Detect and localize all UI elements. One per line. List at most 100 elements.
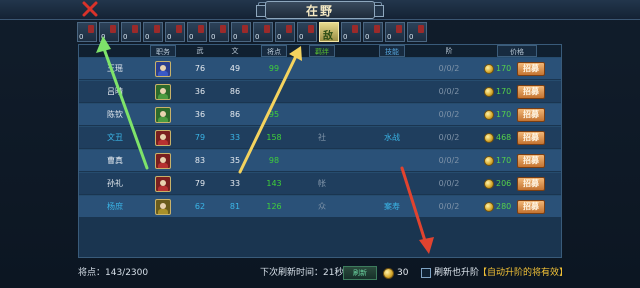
filter-bar: 0 0 0 0 0 0 0 0 0 0 0 敌 0 0 0 0 [77, 22, 562, 42]
footer-bar: 将点：143/2300 下次刷新时间：21秒 刷新 30 刷新也升阶 【自动升阶… [0, 262, 640, 284]
stage-value: 0/0/2 [438, 87, 460, 96]
general-portrait-icon[interactable] [155, 107, 171, 123]
table-row: 曹真 83 35 98 0/0/2 170 招募 [79, 149, 561, 171]
header-slot: 羁绊 [309, 45, 335, 57]
general-portrait-icon[interactable] [155, 153, 171, 169]
flag-icon [88, 25, 94, 33]
general-name: 杨庶 [107, 202, 123, 211]
skill-value [375, 104, 409, 126]
filter-button[interactable]: 0 [165, 22, 185, 42]
filter-button[interactable]: 0 [231, 22, 251, 42]
price-value: 206 [496, 179, 512, 188]
flag-icon [418, 25, 424, 33]
filter-count: 0 [79, 33, 84, 41]
refresh-timer: 下次刷新时间：21秒 [260, 268, 344, 278]
filter-count: 0 [189, 33, 194, 41]
general-portrait-icon[interactable] [155, 61, 171, 77]
table-row: 王瑶 76 49 99 0/0/2 170 招募 [79, 57, 561, 79]
flag-icon [242, 25, 248, 33]
filter-button[interactable]: 0 [363, 22, 383, 42]
flag-icon [110, 25, 116, 33]
filter-button[interactable]: 0 [341, 22, 361, 42]
flag-icon [220, 25, 226, 33]
auto-upgrade-label[interactable]: 刷新也升阶 [434, 262, 479, 284]
price-value: 170 [496, 110, 512, 119]
intel-value: 49 [229, 64, 241, 73]
game-window: 在野 0 0 0 0 0 0 0 0 0 0 0 敌 0 0 0 0 职务 武 文 将点 羁绊 技能 阶 价格… [0, 0, 640, 288]
general-portrait-icon[interactable] [155, 176, 171, 192]
filter-count: 0 [387, 33, 392, 41]
intel-value: 33 [229, 133, 241, 142]
general-name: 文丑 [107, 133, 123, 142]
slot-value: 帐 [318, 179, 326, 188]
filter-button[interactable]: 0 [143, 22, 163, 42]
header-job: 职务 [150, 45, 176, 57]
recruit-button[interactable]: 招募 [517, 108, 545, 122]
filter-count: 0 [299, 33, 304, 41]
filter-button[interactable]: 0 [77, 22, 97, 42]
table-header: 职务 武 文 将点 羁绊 技能 阶 价格 [79, 45, 561, 57]
close-icon[interactable] [82, 1, 98, 17]
general-portrait-icon[interactable] [155, 130, 171, 146]
filter-button[interactable]: 0 [297, 22, 317, 42]
stage-value: 0/0/2 [438, 133, 460, 142]
coin-icon [484, 179, 494, 189]
general-table: 职务 武 文 将点 羁绊 技能 阶 价格 王瑶 76 49 99 0/0/2 170 招募吕… [78, 44, 562, 258]
coin-icon [484, 156, 494, 166]
recruit-button[interactable]: 招募 [517, 131, 545, 145]
auto-upgrade-checkbox[interactable] [421, 268, 431, 278]
slot-value [307, 104, 337, 126]
recruit-button[interactable]: 招募 [517, 177, 545, 191]
filter-button[interactable]: 0 [121, 22, 141, 42]
recruit-button[interactable]: 招募 [517, 200, 545, 214]
recruit-button[interactable]: 招募 [517, 62, 545, 76]
price-value: 280 [496, 202, 512, 211]
general-name: 曹真 [107, 156, 123, 165]
filter-button-enemy[interactable]: 敌 [319, 22, 339, 42]
skill-value [375, 150, 409, 172]
stage-value: 0/0/2 [438, 110, 460, 119]
filter-button[interactable]: 0 [253, 22, 273, 42]
intel-value: 35 [229, 156, 241, 165]
slot-value [307, 150, 337, 172]
force-value: 76 [194, 64, 206, 73]
table-row: 吕晴 36 86 0/0/2 170 招募 [79, 80, 561, 102]
general-name: 陈钦 [107, 110, 123, 119]
flag-icon [198, 25, 204, 33]
header-intel: 文 [231, 47, 239, 55]
coin-icon [484, 87, 494, 97]
filter-count: 0 [123, 33, 128, 41]
general-portrait-icon[interactable] [155, 84, 171, 100]
filter-count: 0 [255, 33, 260, 41]
flag-icon [374, 25, 380, 33]
skill-value [375, 173, 409, 195]
general-name: 孙礼 [107, 179, 123, 188]
portrait-body [158, 140, 168, 145]
filter-button[interactable]: 0 [187, 22, 207, 42]
price-value: 468 [496, 133, 512, 142]
portrait-body [158, 209, 168, 214]
filter-button[interactable]: 0 [385, 22, 405, 42]
portrait-body [158, 71, 168, 76]
header-skill: 技能 [379, 45, 405, 57]
force-value: 62 [194, 202, 206, 211]
table-row: 杨庶 62 81 126 众 案寿 0/0/2 280 招募 [79, 195, 561, 217]
intel-value: 86 [229, 87, 241, 96]
intel-value: 33 [229, 179, 241, 188]
intel-value: 81 [229, 202, 241, 211]
recruit-button[interactable]: 招募 [517, 85, 545, 99]
filter-button[interactable]: 0 [407, 22, 427, 42]
filter-button[interactable]: 0 [275, 22, 295, 42]
filter-count: 0 [365, 33, 370, 41]
general-portrait-icon[interactable] [155, 199, 171, 215]
filter-button[interactable]: 0 [209, 22, 229, 42]
filter-button[interactable]: 0 [99, 22, 119, 42]
recruit-button[interactable]: 招募 [517, 154, 545, 168]
header-bar: 在野 [0, 0, 640, 20]
price-value: 170 [496, 64, 512, 73]
refresh-button[interactable]: 刷新 [343, 266, 377, 280]
flag-icon [352, 25, 358, 33]
flag-icon [176, 25, 182, 33]
skill-value: 案寿 [384, 202, 400, 211]
slot-value [307, 58, 337, 80]
